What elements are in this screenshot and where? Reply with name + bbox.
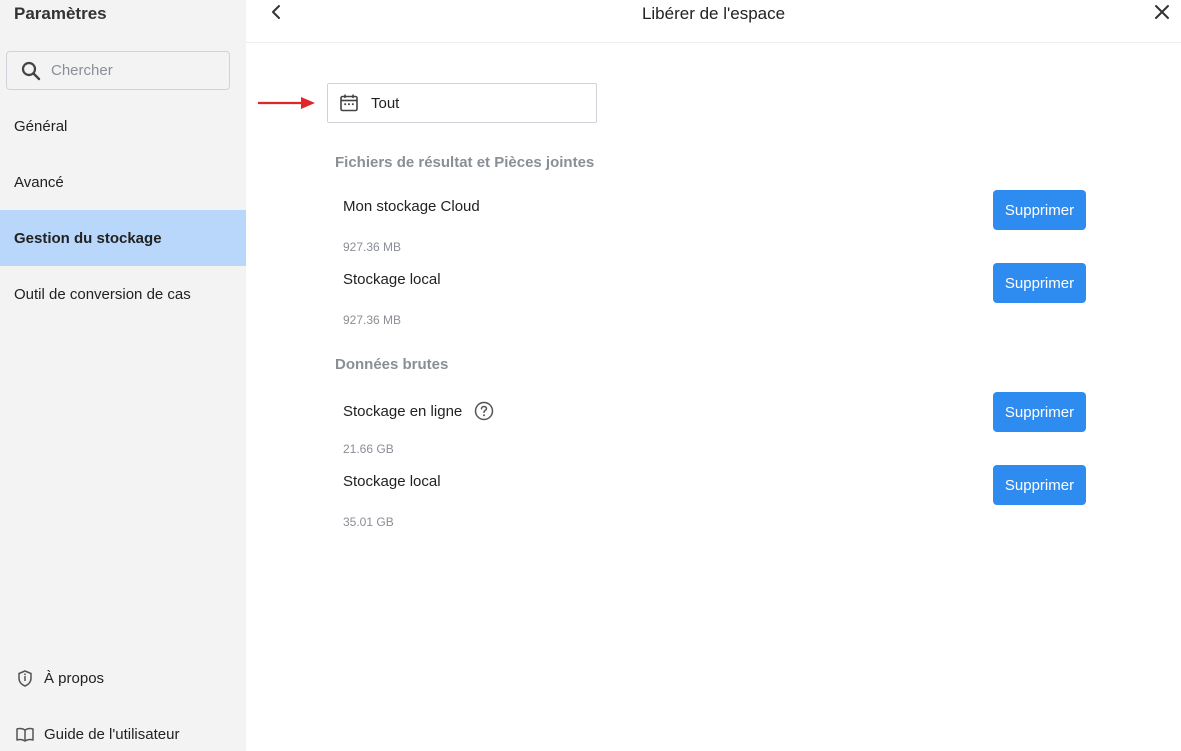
user-guide-label: Guide de l'utilisateur bbox=[44, 725, 180, 743]
date-range-select[interactable]: Tout bbox=[327, 83, 597, 123]
storage-name: Stockage en ligne bbox=[343, 400, 495, 422]
storage-name: Stockage local bbox=[343, 473, 441, 490]
calendar-icon bbox=[338, 92, 360, 114]
about-label: À propos bbox=[44, 669, 105, 687]
main-panel: Libérer de l'espace Tout Fichiers de rés… bbox=[246, 0, 1181, 751]
sidebar-item-label: Général bbox=[14, 117, 68, 135]
delete-button[interactable]: Supprimer bbox=[993, 263, 1086, 303]
search-icon bbox=[19, 59, 43, 83]
sidebar-item-case-conversion-tool[interactable]: Outil de conversion de cas bbox=[0, 266, 246, 322]
about-link[interactable]: À propos bbox=[0, 664, 246, 692]
storage-size: 927.36 MB bbox=[343, 240, 402, 254]
storage-row-online: Stockage en ligne 21.66 GB Supprimer bbox=[343, 392, 1086, 460]
delete-button[interactable]: Supprimer bbox=[993, 190, 1086, 230]
close-icon bbox=[1154, 4, 1170, 25]
close-button[interactable] bbox=[1151, 3, 1173, 25]
storage-name-text: Stockage local bbox=[343, 271, 441, 288]
storage-size: 927.36 MB bbox=[343, 313, 402, 327]
red-arrow-annotation bbox=[258, 97, 315, 109]
sidebar-item-label: Outil de conversion de cas bbox=[14, 285, 191, 303]
delete-button[interactable]: Supprimer bbox=[993, 392, 1086, 432]
sidebar-item-label: Gestion du stockage bbox=[14, 229, 162, 247]
search-input[interactable]: Chercher bbox=[6, 51, 230, 90]
sidebar-item-general[interactable]: Général bbox=[0, 98, 246, 154]
section-title-raw-data: Données brutes bbox=[335, 356, 449, 373]
sidebar-item-storage-management[interactable]: Gestion du stockage bbox=[0, 210, 246, 266]
storage-name: Stockage local bbox=[343, 271, 441, 288]
storage-size: 21.66 GB bbox=[343, 442, 394, 456]
sidebar: Paramètres Chercher Général Avancé Gesti… bbox=[0, 0, 246, 751]
date-range-value: Tout bbox=[371, 94, 400, 112]
sidebar-item-label: Avancé bbox=[14, 173, 64, 191]
shield-icon bbox=[16, 669, 34, 687]
back-button[interactable] bbox=[266, 3, 286, 25]
storage-row-local-raw: Stockage local 35.01 GB Supprimer bbox=[343, 465, 1086, 533]
storage-size: 35.01 GB bbox=[343, 515, 394, 529]
delete-button[interactable]: Supprimer bbox=[993, 465, 1086, 505]
section-title-results-attachments: Fichiers de résultat et Pièces jointes bbox=[335, 154, 595, 171]
sidebar-item-advanced[interactable]: Avancé bbox=[0, 154, 246, 210]
chevron-left-icon bbox=[271, 4, 281, 25]
page-title: Libérer de l'espace bbox=[641, 4, 786, 23]
storage-name-text: Stockage local bbox=[343, 473, 441, 490]
book-icon bbox=[16, 725, 34, 743]
help-circle-icon[interactable] bbox=[473, 400, 495, 422]
storage-row-local: Stockage local 927.36 MB Supprimer bbox=[343, 263, 1086, 331]
user-guide-link[interactable]: Guide de l'utilisateur bbox=[0, 720, 246, 748]
sidebar-title: Paramètres bbox=[14, 4, 107, 23]
storage-row-cloud: Mon stockage Cloud 927.36 MB Supprimer bbox=[343, 190, 1086, 258]
settings-window: Paramètres Chercher Général Avancé Gesti… bbox=[0, 0, 1181, 751]
storage-name-text: Mon stockage Cloud bbox=[343, 198, 480, 215]
storage-name: Mon stockage Cloud bbox=[343, 198, 480, 215]
search-placeholder: Chercher bbox=[51, 62, 113, 79]
header: Libérer de l'espace bbox=[246, 0, 1181, 43]
storage-name-text: Stockage en ligne bbox=[343, 402, 463, 420]
